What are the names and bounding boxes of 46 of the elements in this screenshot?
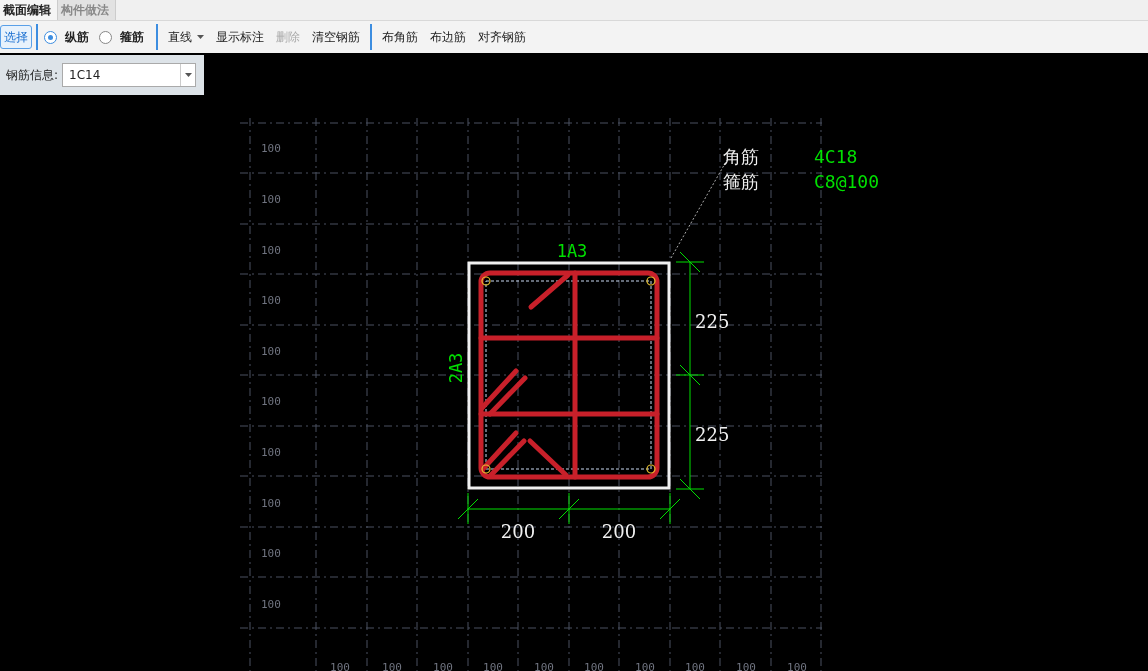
- grid-label: 100: [261, 598, 281, 611]
- grid-label: 100: [382, 661, 402, 671]
- radio-button[interactable]: [99, 30, 112, 44]
- grid-label: 100: [433, 661, 453, 671]
- dimension-value: 225: [695, 424, 730, 445]
- grid-label: 100: [787, 661, 807, 671]
- grid-label: 100: [261, 547, 281, 560]
- toolbar-button[interactable]: 清空钢筋: [306, 25, 366, 49]
- grid-label: 100: [261, 497, 281, 510]
- dimension-value: 225: [695, 311, 730, 332]
- legend-label: 角筋: [723, 146, 759, 167]
- grid-label: 100: [635, 661, 655, 671]
- grid-label: 100: [534, 661, 554, 671]
- line-dropdown[interactable]: 直线: [162, 25, 210, 49]
- select-button[interactable]: 选择: [0, 25, 32, 49]
- grid-label: 100: [483, 661, 503, 671]
- grid-label: 100: [261, 244, 281, 257]
- grid-label: 100: [261, 294, 281, 307]
- rebar-info-label: 钢筋信息:: [6, 66, 59, 84]
- grid-label: 100: [330, 661, 350, 671]
- caret-icon: [197, 35, 204, 39]
- legend-value: 4C18: [814, 146, 858, 167]
- rebar-info-dropdown[interactable]: 1C14: [62, 63, 197, 87]
- grid-label: 100: [261, 345, 281, 358]
- radio-label[interactable]: 纵筋: [65, 28, 89, 46]
- legend-value: C8@100: [814, 171, 880, 192]
- toolbar-button[interactable]: 布边筋: [424, 25, 472, 49]
- grid-label: 100: [685, 661, 705, 671]
- grid-label: 100: [584, 661, 604, 671]
- legend-label: 箍筋: [723, 171, 759, 192]
- grid-label: 100: [261, 142, 281, 155]
- grid-label: 100: [261, 193, 281, 206]
- toolbar-button[interactable]: 对齐钢筋: [472, 25, 532, 49]
- rebar-label: 1A3: [556, 241, 588, 261]
- grid-label: 100: [261, 446, 281, 459]
- radio-button[interactable]: [44, 30, 57, 44]
- toolbar-button[interactable]: 布角筋: [376, 25, 424, 49]
- dimension-value: 200: [500, 521, 536, 542]
- dimension-value: 200: [601, 521, 637, 542]
- radio-label[interactable]: 箍筋: [120, 28, 144, 46]
- grid-label: 100: [736, 661, 756, 671]
- rebar-label: 2A3: [446, 352, 466, 384]
- caret-icon: [184, 73, 192, 77]
- grid-label: 100: [261, 395, 281, 408]
- tab[interactable]: 截面编辑: [0, 0, 58, 20]
- toolbar-button[interactable]: 显示标注: [210, 25, 270, 49]
